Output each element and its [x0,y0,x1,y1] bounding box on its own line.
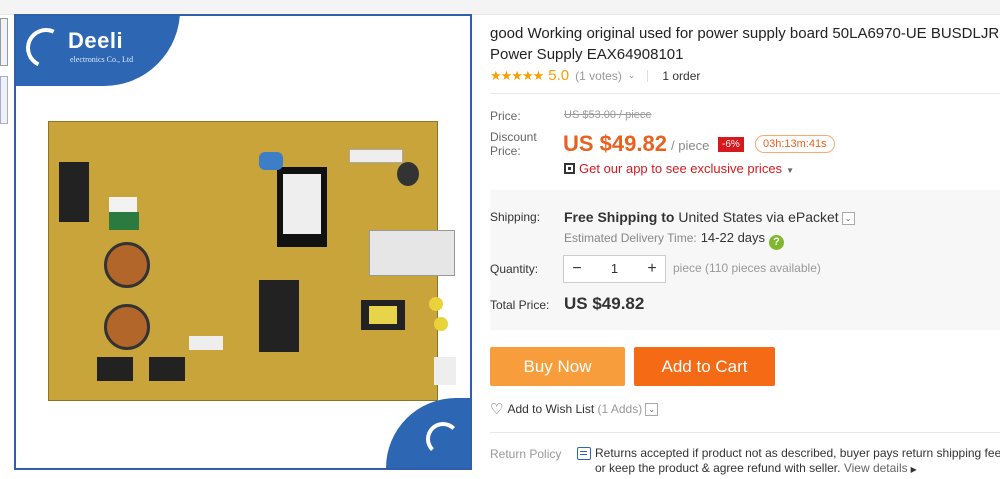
caret-down-icon: ▼ [786,166,794,175]
shipping-value: Free Shipping to United States via ePack… [564,209,855,225]
qr-code-icon [564,163,575,174]
free-shipping-text: Free Shipping to [564,209,675,225]
product-title: good Working original used for power sup… [490,23,1000,65]
buy-now-button[interactable]: Buy Now [490,347,625,386]
total-price-label: Total Price: [490,298,550,312]
return-policy-text: Returns accepted if product not as descr… [595,446,1000,477]
increase-quantity-button[interactable]: + [639,256,665,282]
price-label: Price: [490,109,521,123]
return-policy-line-1: Returns accepted if product not as descr… [595,446,1000,460]
rating-score: 5.0 [548,67,570,84]
product-image-gallery[interactable]: Deeli electronics Co., Ltd [14,14,472,470]
wish-list-label: Add to Wish List [507,402,595,416]
current-price: US $49.82 [563,131,667,156]
return-policy-line-2: or keep the product & agree refund with … [595,461,841,475]
heart-icon: ♡ [490,401,504,418]
discount-price-label-1: Discount [490,130,537,144]
swirl-corner-icon [426,422,460,456]
estimated-delivery-value: 14-22 days [700,230,766,245]
brand-subtitle: electronics Co., Ltd [70,55,134,64]
rating-row: ★★★★★ 5.0 (1 votes) ⌄ 1 order [490,67,700,84]
view-details-link[interactable]: View details [844,461,908,475]
wish-list-count: (1 Adds) [597,402,643,416]
product-photo-power-board [48,121,456,401]
product-title-line-2: Power Supply EAX64908101 [490,46,684,63]
estimated-delivery-label: Estimated Delivery Time: [564,231,697,245]
quantity-label: Quantity: [490,262,539,276]
brand-corner-mark [386,398,470,468]
shipping-section: Shipping: Free Shipping to United States… [490,190,1000,330]
order-count: 1 order [662,68,701,83]
top-strip [0,0,1000,15]
quantity-input[interactable]: 1 [590,256,639,282]
product-title-line-1: good Working original used for power sup… [490,25,1000,42]
return-policy-label: Return Policy [490,447,562,461]
quantity-available: piece (110 pieces available) [673,261,821,275]
discount-price-label-2: Price: [490,144,521,158]
dropdown-icon[interactable]: ⌄ [841,212,855,225]
return-policy-icon [577,447,591,460]
caret-right-icon: ▶ [910,465,917,474]
app-promo-text: Get our app to see exclusive prices [579,161,783,176]
estimated-delivery: Estimated Delivery Time: 14-22 days? [564,230,785,250]
total-price: US $49.82 [564,294,645,313]
quantity-stepper: − 1 + [563,255,666,283]
discount-badge: -6% [718,137,744,152]
brand-name: Deeli [68,28,124,53]
votes-link[interactable]: (1 votes) [575,69,622,83]
add-to-cart-button[interactable]: Add to Cart [634,347,775,386]
thumbnail-1[interactable] [0,18,8,66]
price-section: Price: US $53.00 / piece Discount Price:… [490,94,1000,190]
price-unit: / piece [671,138,710,153]
divider [647,69,649,82]
divider [490,432,1000,433]
shipping-label: Shipping: [490,210,541,224]
brand-logo: Deeli electronics Co., Ltd [16,16,180,86]
dropdown-icon[interactable]: ⌄ [645,403,659,416]
app-promo-link[interactable]: Get our app to see exclusive prices ▼ [564,161,794,176]
chevron-down-icon[interactable]: ⌄ [628,70,636,81]
help-icon[interactable]: ? [769,235,785,250]
star-rating-icon: ★★★★★ [490,67,544,83]
countdown-timer: 03h:13m:41s [755,135,835,153]
original-price: US $53.00 / piece [564,109,652,121]
decrease-quantity-button[interactable]: − [564,256,590,282]
add-to-wish-list[interactable]: ♡ Add to Wish List (1 Adds) ⌄ [490,400,659,418]
thumbnail-2[interactable] [0,76,8,124]
thumbnail-strip [0,18,8,134]
shipping-destination[interactable]: United States via ePacket [678,209,838,225]
